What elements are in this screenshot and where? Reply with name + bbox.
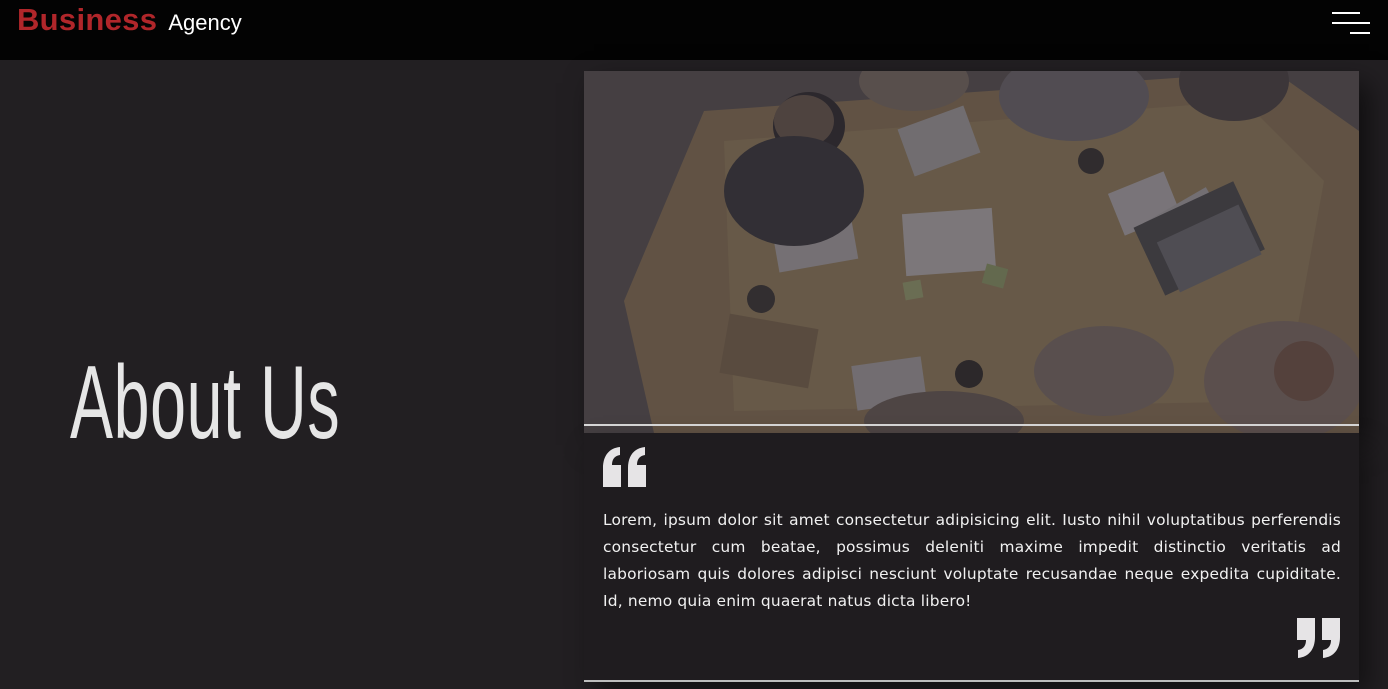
section-bottom-divider	[584, 680, 1359, 682]
photo-divider	[584, 424, 1359, 426]
menu-line-top	[1332, 12, 1360, 14]
brand-name-sub: Agency	[168, 10, 242, 35]
menu-line-middle	[1332, 22, 1370, 24]
meeting-photo	[584, 71, 1359, 433]
testimonial-text: Lorem, ipsum dolor sit amet consectetur …	[603, 511, 1341, 610]
top-navigation-bar: Business Agency	[0, 0, 1388, 60]
quote-close-icon	[1294, 617, 1342, 659]
page-title: About Us	[70, 345, 341, 461]
menu-line-bottom	[1350, 32, 1370, 34]
brand-logo[interactable]: Business Agency	[17, 2, 242, 38]
meeting-photo-illustration	[584, 71, 1359, 433]
quote-open-icon	[601, 446, 649, 488]
hamburger-menu-icon[interactable]	[1330, 10, 1372, 36]
brand-name-main: Business	[17, 2, 158, 37]
